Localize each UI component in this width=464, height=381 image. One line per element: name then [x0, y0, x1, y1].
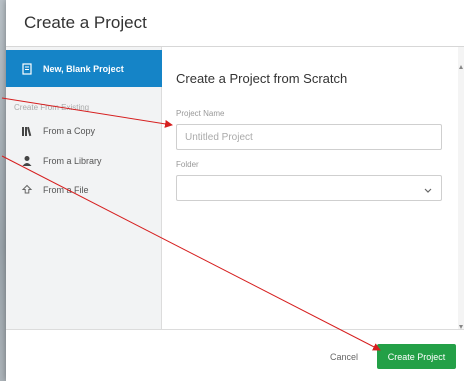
folder-select[interactable] — [176, 175, 442, 201]
sidebar-item-label: From a File — [43, 184, 89, 195]
cancel-button[interactable]: Cancel — [330, 352, 358, 362]
sidebar-item-label: New, Blank Project — [43, 63, 124, 74]
sidebar-section-heading: Create From Existing — [14, 103, 90, 112]
scrollbar[interactable] — [458, 47, 464, 329]
create-project-dialog: Create a Project New, Blank Project Crea… — [6, 0, 464, 381]
dialog-header: Create a Project — [6, 0, 464, 47]
blank-document-icon — [20, 62, 34, 76]
dialog-title: Create a Project — [24, 13, 147, 32]
chevron-down-icon — [423, 182, 433, 193]
scroll-up-icon[interactable] — [459, 57, 463, 69]
upload-icon — [20, 183, 34, 197]
create-project-button[interactable]: Create Project — [377, 344, 456, 369]
dialog-content: New, Blank Project Create From Existing … — [6, 47, 464, 329]
library-user-icon — [20, 154, 34, 168]
folder-label: Folder — [176, 160, 199, 169]
books-icon — [20, 124, 34, 138]
project-name-label: Project Name — [176, 109, 225, 118]
dialog-footer: Cancel Create Project — [6, 329, 464, 381]
panel-title: Create a Project from Scratch — [176, 71, 348, 86]
scroll-down-icon[interactable] — [459, 317, 463, 329]
project-name-input[interactable] — [176, 124, 442, 150]
sidebar-item-new-blank-project[interactable]: New, Blank Project — [6, 50, 162, 87]
sidebar-item-label: From a Library — [43, 155, 102, 166]
sidebar: New, Blank Project Create From Existing … — [6, 47, 162, 329]
sidebar-item-from-file[interactable]: From a File — [6, 171, 162, 208]
sidebar-item-label: From a Copy — [43, 125, 96, 136]
main-panel: Create a Project from Scratch Project Na… — [162, 47, 458, 329]
